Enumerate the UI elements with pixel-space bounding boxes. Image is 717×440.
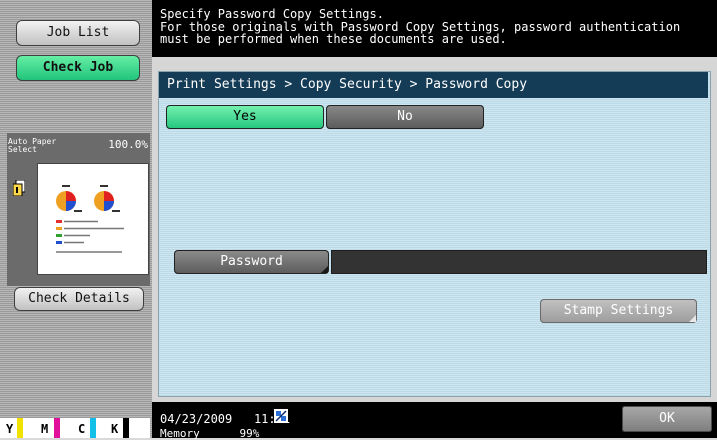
document-preview	[37, 163, 149, 275]
zoom-value: 100.0%	[108, 138, 148, 151]
corner-arrow-icon	[321, 266, 328, 273]
paper-select-info: Auto Paper Select 100.0%	[8, 138, 148, 154]
password-button[interactable]: Password	[174, 250, 329, 274]
no-button[interactable]: No	[326, 105, 484, 129]
instruction-message: Specify Password Copy Settings. For thos…	[152, 0, 717, 57]
check-details-button[interactable]: Check Details	[14, 287, 144, 311]
password-button-label: Password	[220, 254, 283, 269]
ok-button[interactable]: OK	[622, 406, 712, 432]
memory-status: Memory 99%	[160, 427, 259, 440]
toner-c-label: C	[78, 422, 86, 436]
paper-select-label: Auto Paper Select	[8, 138, 56, 154]
toner-c-bar	[90, 418, 96, 438]
password-field[interactable]	[331, 250, 707, 274]
document-thumbnail-icon	[56, 185, 124, 253]
toner-k-bar	[123, 418, 129, 438]
toner-y-bar	[17, 418, 23, 438]
toner-k-label: K	[111, 422, 119, 436]
date-time: 04/23/2009 11:21	[160, 412, 290, 426]
job-list-button[interactable]: Job List	[16, 20, 140, 46]
breadcrumb: Print Settings > Copy Security > Passwor…	[159, 72, 708, 98]
toner-levels: Y M C K	[0, 418, 150, 438]
corner-arrow-icon	[689, 315, 696, 322]
network-icon	[274, 409, 288, 423]
memory-label: Memory	[160, 427, 200, 440]
check-job-button[interactable]: Check Job	[16, 55, 140, 81]
yes-button[interactable]: Yes	[166, 105, 324, 129]
toner-y-label: Y	[6, 422, 14, 436]
page-count-icon	[13, 180, 25, 196]
stamp-settings-label: Stamp Settings	[563, 303, 674, 318]
memory-value: 99%	[239, 427, 260, 440]
paper-label-bottom: Select	[8, 145, 37, 154]
stamp-settings-button[interactable]: Stamp Settings	[540, 299, 697, 323]
toner-m-bar	[54, 418, 60, 438]
date: 04/23/2009	[160, 412, 233, 426]
toner-m-label: M	[41, 422, 49, 436]
